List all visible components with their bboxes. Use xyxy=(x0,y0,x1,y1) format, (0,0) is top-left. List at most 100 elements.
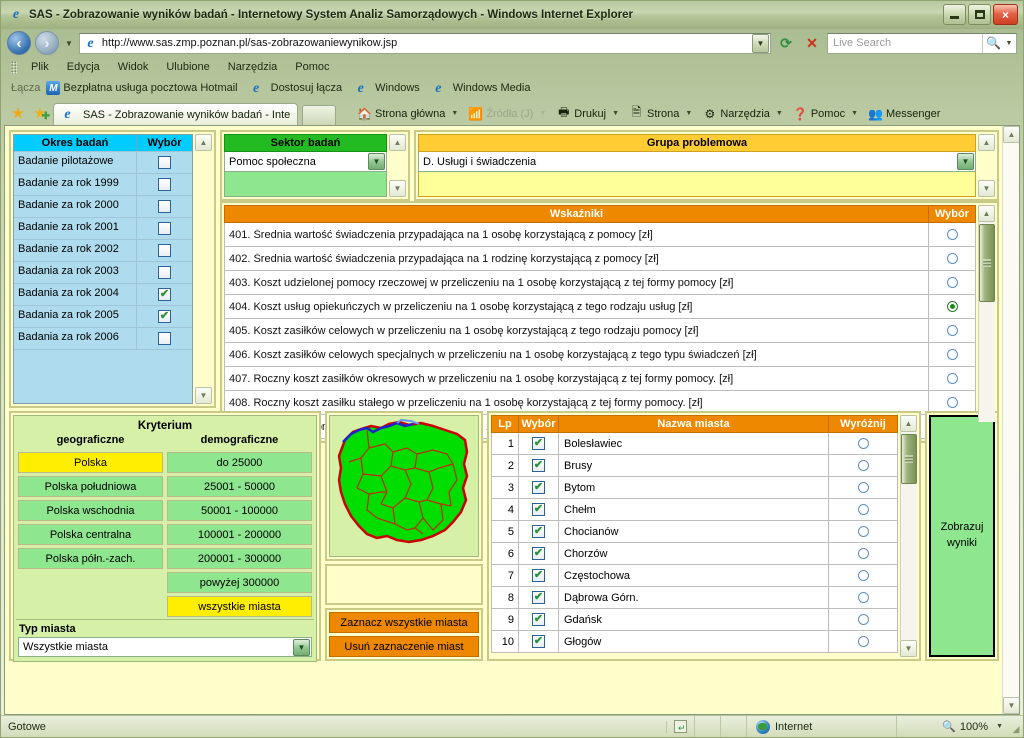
address-dropdown-icon[interactable]: ▼ xyxy=(752,33,769,53)
city-checkbox-cell[interactable]: ✔ xyxy=(519,455,559,476)
table-row[interactable]: Badania za rok 2006 xyxy=(14,327,192,349)
maximize-button[interactable] xyxy=(968,4,991,25)
geo-option-poludniowa[interactable]: Polska południowa xyxy=(18,476,163,497)
checkbox-unchecked-icon[interactable] xyxy=(158,332,171,345)
zoom-caret-icon[interactable]: ▼ xyxy=(996,723,1003,730)
wskaznik-radio-cell[interactable] xyxy=(928,343,975,366)
cities-scrollbar[interactable]: ▲ ▼ xyxy=(900,415,917,657)
table-row[interactable]: 8 ✔ Dąbrowa Górn. xyxy=(491,587,898,609)
command-pomoc[interactable]: ❓ Pomoc ▼ xyxy=(788,105,863,122)
minimize-button[interactable] xyxy=(943,4,966,25)
favorites-star-icon[interactable]: ★ xyxy=(9,104,27,122)
table-row[interactable]: 10 ✔ Głogów xyxy=(491,631,898,653)
wskaznik-radio-cell[interactable] xyxy=(928,271,975,294)
table-row[interactable]: 407. Roczny koszt zasiłków okresowych w … xyxy=(224,367,976,391)
table-row[interactable]: 4 ✔ Chełm xyxy=(491,499,898,521)
scroll-up-icon[interactable]: ▲ xyxy=(978,134,995,151)
table-row[interactable]: 3 ✔ Bytom xyxy=(491,477,898,499)
demo-option-25001-50000[interactable]: 25001 - 50000 xyxy=(167,476,312,497)
table-row[interactable]: 9 ✔ Gdańsk xyxy=(491,609,898,631)
search-provider-caret-icon[interactable]: ▼ xyxy=(1004,34,1014,53)
table-row[interactable]: Badanie za rok 1999 xyxy=(14,173,192,195)
checkbox-checked-icon[interactable]: ✔ xyxy=(532,547,545,560)
wskaznik-radio-cell[interactable] xyxy=(928,247,975,270)
okres-row-checkbox-cell[interactable] xyxy=(137,174,192,195)
browser-tab[interactable]: SAS - Zobrazowanie wyników badań - Inter… xyxy=(53,103,298,125)
menu-item-widok[interactable]: Widok xyxy=(109,60,158,74)
link-hotmail[interactable]: M Bezpłatna usługa pocztowa Hotmail xyxy=(46,81,244,95)
geo-option-centralna[interactable]: Polska centralna xyxy=(18,524,163,545)
checkbox-checked-icon[interactable]: ✔ xyxy=(532,525,545,538)
radio-unselected-icon[interactable] xyxy=(857,460,869,471)
city-checkbox-cell[interactable]: ✔ xyxy=(519,565,559,586)
table-row[interactable]: Badania za rok 2005 ✔ xyxy=(14,305,192,327)
address-input[interactable]: http://www.sas.zmp.poznan.pl/sas-zobrazo… xyxy=(78,32,771,54)
checkbox-checked-icon[interactable]: ✔ xyxy=(532,613,545,626)
okres-row-checkbox-cell[interactable] xyxy=(137,152,192,173)
link-windows[interactable]: Windows xyxy=(353,81,427,96)
resize-grip-icon[interactable]: ◢ xyxy=(1009,716,1023,737)
search-input[interactable]: Live Search 🔍 ▼ xyxy=(827,32,1017,54)
checkbox-checked-icon[interactable]: ✔ xyxy=(532,569,545,582)
page-scrollbar[interactable]: ▲ ▼ xyxy=(1002,126,1019,714)
zobrazuj-wyniki-button[interactable]: Zobrazuj wyniki xyxy=(929,415,995,657)
command-strona-glowna[interactable]: 🏠 Strona główna ▼ xyxy=(352,105,463,122)
checkbox-checked-icon[interactable]: ✔ xyxy=(532,481,545,494)
city-checkbox-cell[interactable]: ✔ xyxy=(519,609,559,630)
demo-option-powyzej-300000[interactable]: powyżej 300000 xyxy=(167,572,312,593)
table-row[interactable]: 5 ✔ Chocianów xyxy=(491,521,898,543)
command-messenger[interactable]: 👥 Messenger xyxy=(863,105,945,122)
scroll-track[interactable] xyxy=(978,222,995,422)
radio-unselected-icon[interactable] xyxy=(857,570,869,581)
checkbox-unchecked-icon[interactable] xyxy=(158,178,171,191)
scroll-up-icon[interactable]: ▲ xyxy=(1003,126,1019,143)
table-row[interactable]: 2 ✔ Brusy xyxy=(491,455,898,477)
sektor-select[interactable]: Pomoc społeczna ▼ xyxy=(224,152,387,172)
radio-unselected-icon[interactable] xyxy=(946,229,958,240)
sektor-scrollbar[interactable]: ▲ ▼ xyxy=(389,134,406,197)
scroll-down-icon[interactable]: ▼ xyxy=(1003,697,1019,714)
city-highlight-cell[interactable] xyxy=(829,433,897,454)
city-checkbox-cell[interactable]: ✔ xyxy=(519,587,559,608)
checkbox-checked-icon[interactable]: ✔ xyxy=(532,635,545,648)
demo-option-do-25000[interactable]: do 25000 xyxy=(167,452,312,473)
checkbox-checked-icon[interactable]: ✔ xyxy=(532,459,545,472)
add-favorite-icon[interactable]: ★ ✚ xyxy=(31,104,50,122)
command-zrodla[interactable]: 📶 Źródła (J) ▼ xyxy=(463,105,551,122)
checkbox-unchecked-icon[interactable] xyxy=(158,266,171,279)
radio-unselected-icon[interactable] xyxy=(857,504,869,515)
scroll-up-icon[interactable]: ▲ xyxy=(195,134,212,151)
radio-unselected-icon[interactable] xyxy=(857,636,869,647)
table-row[interactable]: Badanie za rok 2000 xyxy=(14,195,192,217)
command-drukuj[interactable]: 🖶 Drukuj ▼ xyxy=(551,105,624,122)
table-row[interactable]: Badanie za rok 2002 xyxy=(14,239,192,261)
forward-button[interactable]: › xyxy=(35,31,59,55)
refresh-icon[interactable]: ⟳ xyxy=(775,32,797,54)
search-icon[interactable]: 🔍 xyxy=(982,33,1004,53)
poland-map-image[interactable] xyxy=(329,415,479,557)
table-row[interactable]: Badanie pilotażowe xyxy=(14,151,192,173)
grupa-select[interactable]: D. Usługi i świadczenia ▼ xyxy=(418,152,976,172)
table-row[interactable]: 404. Koszt usług opiekuńczych w przelicz… xyxy=(224,295,976,319)
demo-option-50001-100000[interactable]: 50001 - 100000 xyxy=(167,500,312,521)
radio-unselected-icon[interactable] xyxy=(946,397,958,408)
checkbox-unchecked-icon[interactable] xyxy=(158,156,171,169)
radio-unselected-icon[interactable] xyxy=(857,526,869,537)
chevron-down-icon[interactable]: ▼ xyxy=(957,153,974,170)
table-row[interactable]: 403. Koszt udzielonej pomocy rzeczowej w… xyxy=(224,271,976,295)
city-checkbox-cell[interactable]: ✔ xyxy=(519,521,559,542)
radio-unselected-icon[interactable] xyxy=(857,592,869,603)
city-highlight-cell[interactable] xyxy=(829,565,897,586)
table-row[interactable]: 405. Koszt zasiłków celowych w przelicze… xyxy=(224,319,976,343)
checkbox-checked-icon[interactable]: ✔ xyxy=(532,591,545,604)
city-highlight-cell[interactable] xyxy=(829,587,897,608)
okres-row-checkbox-cell[interactable] xyxy=(137,240,192,261)
geo-option-polska[interactable]: Polska xyxy=(18,452,163,473)
scroll-up-icon[interactable]: ▲ xyxy=(978,205,995,222)
radio-selected-icon[interactable] xyxy=(946,301,958,312)
link-dostosuj-lacza[interactable]: Dostosuj łącza xyxy=(249,81,350,96)
wskaznik-radio-cell[interactable] xyxy=(928,223,975,246)
wskaznik-radio-cell[interactable] xyxy=(928,319,975,342)
checkbox-checked-icon[interactable]: ✔ xyxy=(158,310,171,323)
checkbox-checked-icon[interactable]: ✔ xyxy=(158,288,171,301)
